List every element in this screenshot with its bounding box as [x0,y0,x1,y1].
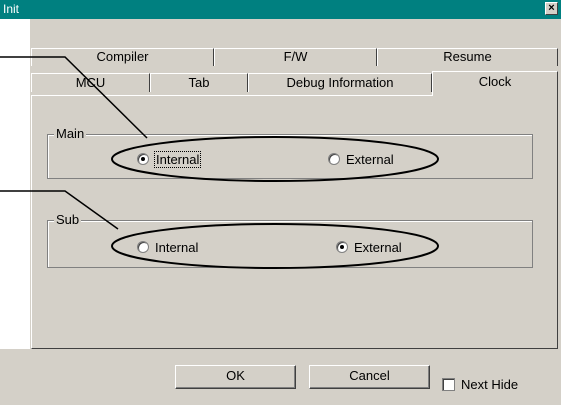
next-hide-label: Next Hide [461,377,519,392]
main-external-label: External [346,151,394,167]
main-internal-label: Internal [153,150,202,168]
cancel-button[interactable]: Cancel [309,365,430,389]
radio-unchecked-icon [137,241,149,253]
tab-clock[interactable]: Clock [432,71,558,96]
checkbox-unchecked-icon [442,378,455,391]
sub-internal-label: Internal [155,239,199,255]
close-icon[interactable]: × [545,2,558,15]
tab-resume-label: Resume [443,49,492,64]
next-hide-checkbox[interactable]: Next Hide [442,377,518,392]
sub-external-radio[interactable]: External [336,239,402,255]
tab-resume[interactable]: Resume [377,48,558,66]
main-external-radio[interactable]: External [328,151,394,167]
radio-checked-icon [336,241,348,253]
clock-tab-panel: Main Internal External Sub Internal Exte… [31,95,558,349]
sub-external-label: External [354,239,402,255]
tab-fw[interactable]: F/W [214,48,377,66]
ok-button[interactable]: OK [175,365,296,389]
tab-clock-label: Clock [478,74,512,89]
tab-fw-label: F/W [283,49,308,64]
tab-mcu-label: MCU [75,75,106,90]
tab-tab-label: Tab [188,75,210,90]
sub-group: Sub Internal External [47,212,533,268]
tab-tab[interactable]: Tab [150,73,248,92]
tab-compiler[interactable]: Compiler [31,48,214,66]
title-bar: Init × [0,0,561,19]
tab-debug-information-label: Debug Information [286,75,394,90]
left-margin [0,19,30,404]
tab-mcu[interactable]: MCU [31,73,150,92]
main-group: Main Internal External [47,126,533,179]
tab-compiler-label: Compiler [96,49,149,64]
sub-internal-radio[interactable]: Internal [137,239,198,255]
sub-group-label: Sub [54,212,82,227]
tab-debug-information[interactable]: Debug Information [248,73,432,92]
init-dialog: Init × Compiler F/W Resume MCU Tab Debug… [0,0,561,405]
radio-checked-icon [137,153,149,165]
main-group-label: Main [54,126,87,141]
radio-unchecked-icon [328,153,340,165]
window-title: Init [3,2,20,16]
main-internal-radio[interactable]: Internal [137,150,202,168]
